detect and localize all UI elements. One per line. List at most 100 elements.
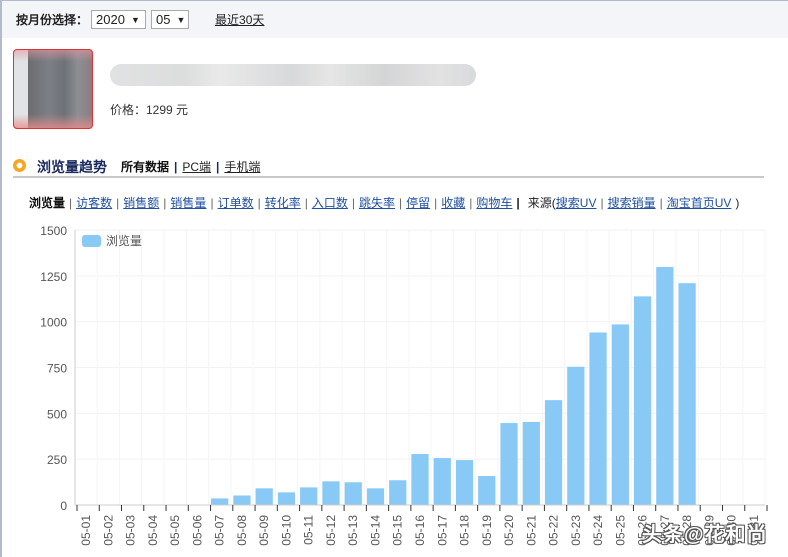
- chart-legend: 浏览量: [82, 233, 142, 248]
- source-taobao-home-uv[interactable]: 淘宝首页UV: [667, 196, 732, 210]
- x-tick-label: 05-14: [368, 515, 382, 546]
- legend-swatch: [82, 235, 101, 247]
- tab-all-data[interactable]: 所有数据: [121, 158, 169, 175]
- bar-05-11[interactable]: [300, 487, 318, 505]
- x-tick-label: 05-02: [101, 515, 115, 546]
- bar-05-25[interactable]: [611, 324, 629, 505]
- bar-05-17[interactable]: [433, 458, 451, 505]
- product-title-blurred[interactable]: [110, 64, 476, 86]
- metric-page-views[interactable]: 浏览量: [29, 196, 65, 210]
- bar-05-12[interactable]: [322, 481, 340, 505]
- x-tick-label: 05-12: [324, 515, 338, 546]
- metric-orders[interactable]: 订单数: [218, 196, 254, 210]
- metric-separator: |: [69, 196, 73, 210]
- bar-05-10[interactable]: [277, 492, 296, 505]
- x-tick-label: 05-21: [524, 515, 538, 546]
- bar-05-13[interactable]: [344, 482, 362, 505]
- month-value: 05: [156, 12, 171, 27]
- metric-entries[interactable]: 入口数: [312, 196, 348, 210]
- bar-05-22[interactable]: [544, 400, 563, 505]
- x-tick-label: 05-18: [458, 515, 472, 546]
- metric-separator: |: [434, 196, 438, 210]
- dropdown-arrow-icon: ▼: [176, 14, 186, 25]
- tab-separator: |: [174, 159, 178, 174]
- product-price: 价格：1299 元: [110, 103, 189, 117]
- bar-05-09[interactable]: [255, 488, 273, 505]
- bar-05-16[interactable]: [411, 454, 429, 505]
- x-tick-label: 05-17: [435, 515, 449, 546]
- source-search-sales[interactable]: 搜索销量: [608, 196, 656, 210]
- section-header: 浏览量趋势 所有数据 | PC端 | 手机端: [13, 157, 764, 178]
- section-title: 浏览量趋势: [37, 158, 107, 175]
- metric-sales-amount[interactable]: 销售额: [123, 196, 159, 210]
- x-tick-label: 05-20: [502, 515, 516, 546]
- dropdown-arrow-icon: ▼: [130, 14, 140, 25]
- x-tick-label: 05-10: [279, 515, 293, 546]
- metric-separator: |: [116, 196, 120, 210]
- metric-separator: |: [210, 196, 214, 210]
- bar-05-08[interactable]: [233, 495, 251, 505]
- metric-stay-time[interactable]: 停留: [406, 196, 430, 210]
- x-tick-label: 05-24: [591, 515, 605, 546]
- metric-separator: |: [469, 196, 473, 210]
- y-tick-label: 1250: [40, 270, 67, 284]
- x-tick-label: 05-01: [79, 515, 93, 546]
- x-tick-label: 05-07: [213, 515, 227, 546]
- bar-05-18[interactable]: [455, 460, 474, 505]
- metric-conversion-rate[interactable]: 转化率: [265, 196, 301, 210]
- metric-separator: |: [163, 196, 167, 210]
- x-tick-label: 05-16: [413, 515, 427, 546]
- legend-label[interactable]: 浏览量: [106, 233, 142, 248]
- bar-05-21[interactable]: [522, 421, 540, 505]
- bar-05-26[interactable]: [633, 296, 652, 505]
- metric-selector: 浏览量 | 访客数 | 销售额 | 销售量 | 订单数 | 转化率 | 入口数 | 跳失率 | 停留 | 收藏 | 购物…: [29, 194, 739, 211]
- metric-separator: |: [351, 196, 355, 210]
- x-tick-label: 05-09: [257, 515, 271, 546]
- bar-05-28[interactable]: [678, 283, 696, 505]
- product-thumbnail[interactable]: [13, 49, 93, 129]
- bar-05-24[interactable]: [589, 332, 607, 505]
- metric-separator: |: [600, 196, 604, 210]
- y-tick-label: 1500: [40, 224, 67, 238]
- x-tick-label: 05-08: [235, 515, 249, 546]
- x-tick-label: 05-13: [346, 515, 360, 546]
- metric-cart[interactable]: 购物车: [476, 196, 512, 210]
- metric-separator: |: [399, 196, 403, 210]
- year-select[interactable]: 2020 ▼: [91, 10, 147, 29]
- x-tick-label: 05-11: [302, 515, 316, 545]
- bar-05-20[interactable]: [500, 423, 518, 505]
- bar-05-07[interactable]: [211, 498, 229, 505]
- x-tick-label: 05-06: [190, 515, 204, 546]
- y-tick-label: 1000: [40, 316, 67, 330]
- bar-05-23[interactable]: [567, 366, 585, 505]
- metric-favorites[interactable]: 收藏: [441, 196, 465, 210]
- watermark: 头条@花和尚: [642, 524, 768, 546]
- bar-05-19[interactable]: [478, 476, 496, 505]
- metric-separator: |: [659, 196, 663, 210]
- x-tick-label: 05-04: [146, 515, 160, 546]
- metric-separator: |: [516, 196, 520, 210]
- tab-pc[interactable]: PC端: [182, 158, 211, 175]
- bar-05-27[interactable]: [656, 267, 674, 505]
- year-value: 2020: [96, 12, 125, 27]
- x-tick-label: 05-23: [569, 515, 583, 546]
- month-filter-bar: 按月份选择： 2020 ▼ 05 ▼ 最近30天: [2, 0, 788, 38]
- y-tick-label: 250: [47, 453, 67, 467]
- recent-30-days-link[interactable]: 最近30天: [215, 11, 264, 28]
- metric-visitors[interactable]: 访客数: [76, 196, 112, 210]
- y-tick-label: 500: [47, 407, 67, 421]
- month-filter-label: 按月份选择：: [16, 13, 89, 27]
- source-label: 来源(: [527, 196, 556, 210]
- x-tick-label: 05-03: [124, 515, 138, 546]
- bar-05-14[interactable]: [366, 488, 385, 505]
- bar-05-15[interactable]: [389, 480, 407, 505]
- tab-separator: |: [216, 159, 220, 174]
- x-tick-label: 05-19: [480, 515, 494, 546]
- tab-mobile[interactable]: 手机端: [224, 158, 260, 175]
- metric-sales-volume[interactable]: 销售量: [170, 196, 206, 210]
- metric-separator: |: [304, 196, 308, 210]
- month-select[interactable]: 05 ▼: [151, 10, 190, 29]
- metric-bounce-rate[interactable]: 跳失率: [359, 196, 395, 210]
- source-search-uv[interactable]: 搜索UV: [556, 196, 597, 210]
- metric-separator: |: [257, 196, 261, 210]
